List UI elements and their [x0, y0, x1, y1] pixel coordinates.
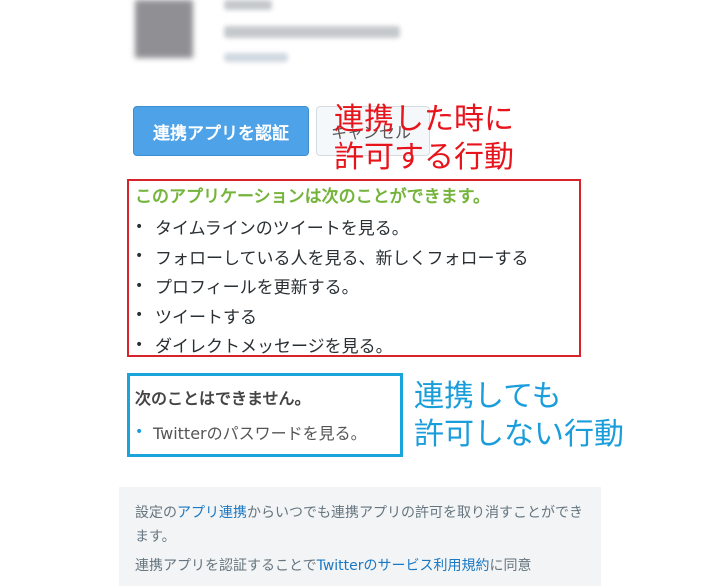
list-item: • プロフィールを更新する。 [135, 271, 529, 301]
bullet-icon: • [135, 336, 144, 353]
bullet-icon: • [135, 218, 144, 235]
terms-notice: 連携アプリを認証することでTwitterのサービス利用規約に同意 [135, 554, 595, 578]
app-developer-blurred [224, 26, 400, 38]
footer-text-segment: 設定の [135, 505, 177, 521]
permissions-list: • タイムラインのツイートを見る。 • フォローしている人を見る、新しくフォローする… [135, 212, 529, 360]
app-icon-blurred [135, 0, 193, 58]
list-item: • タイムラインのツイートを見る。 [135, 212, 529, 242]
app-name-blurred [224, 0, 272, 10]
restriction-text: Twitterのパスワードを見る。 [153, 424, 367, 443]
restrictions-title: 次のことはできません。 [135, 389, 311, 408]
app-url-blurred [224, 53, 288, 62]
bullet-icon: • [135, 277, 144, 294]
annotation-line: 連携しても [414, 379, 562, 414]
annotation-line: 許可しない行動 [414, 417, 624, 452]
bullet-icon: • [135, 424, 144, 440]
footer-text-segment: に同意 [489, 558, 532, 574]
permission-text: ダイレクトメッセージを見る。 [155, 337, 393, 358]
annotation-line: 許可する行動 [334, 140, 514, 175]
annotation-line: 連携した時に [334, 102, 514, 137]
bullet-icon: • [135, 248, 144, 265]
footer-text: 設定のアプリ連携からいつでも連携アプリの許可を取り消すことができます。 連携アプ… [135, 501, 595, 583]
authorize-app-button[interactable]: 連携アプリを認証 [133, 106, 309, 156]
denied-actions-annotation: 連携しても 許可しない行動 [414, 378, 624, 454]
list-item: • ダイレクトメッセージを見る。 [135, 330, 529, 360]
permission-text: ツイートする [155, 307, 257, 328]
app-connections-link[interactable]: アプリ連携 [177, 505, 247, 521]
permission-text: タイムラインのツイートを見る。 [155, 219, 409, 240]
allowed-actions-annotation: 連携した時に 許可する行動 [334, 101, 514, 177]
list-item: • ツイートする [135, 301, 529, 331]
revoke-notice: 設定のアプリ連携からいつでも連携アプリの許可を取り消すことができます。 [135, 501, 595, 549]
bullet-icon: • [135, 307, 144, 324]
terms-of-service-link[interactable]: Twitterのサービス利用規約 [317, 558, 490, 574]
footer-text-segment: 連携アプリを認証することで [135, 558, 317, 574]
permission-text: フォローしている人を見る、新しくフォローする [155, 248, 529, 269]
permissions-title: このアプリケーションは次のことができます。 [135, 187, 490, 207]
list-item: • Twitterのパスワードを見る。 [135, 420, 367, 444]
permission-text: プロフィールを更新する。 [155, 278, 359, 299]
list-item: • フォローしている人を見る、新しくフォローする [135, 242, 529, 272]
